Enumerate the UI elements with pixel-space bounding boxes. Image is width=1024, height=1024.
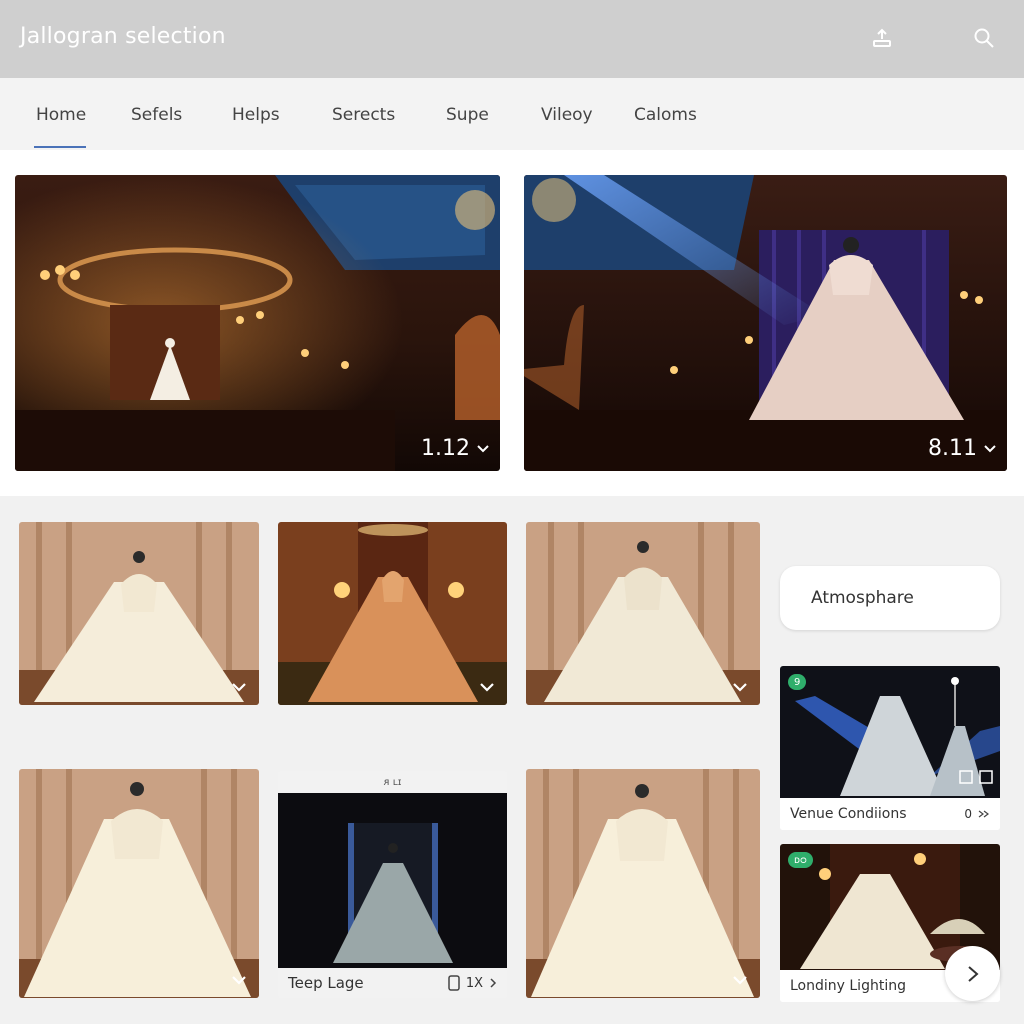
chevron-down-icon[interactable] <box>730 970 750 990</box>
gown-image <box>526 522 760 705</box>
gown-image <box>19 769 259 998</box>
gown-thumb[interactable] <box>526 522 760 705</box>
top-bar: Jallogran selection <box>0 0 1024 78</box>
ballroom-image <box>15 175 500 471</box>
hero-card-ballroom[interactable]: 1.12 <box>15 175 500 471</box>
gown-thumb[interactable] <box>19 522 259 705</box>
nav-bar: Home Sefels Helps Serects Supe Vileoy Ca… <box>0 78 1024 150</box>
phone-icon <box>448 975 460 991</box>
venue-conditions-count: 0 <box>964 807 972 821</box>
stage-gown-image <box>524 175 1007 471</box>
active-tab-indicator <box>34 146 86 148</box>
hero-card-stage[interactable]: 8.11 <box>524 175 1007 471</box>
chevron-down-icon[interactable] <box>229 970 249 990</box>
london-lighting-label: Londiny Lighting <box>790 978 906 994</box>
venue-conditions-card[interactable]: 9 Venue Condiions 0 <box>780 666 1000 830</box>
status-badge-text: ᴅᴑ <box>794 854 807 866</box>
gown-image <box>526 769 760 998</box>
tab-supe[interactable]: Supe <box>446 105 489 125</box>
upload-icon[interactable] <box>870 26 894 50</box>
venue-image <box>780 666 1000 798</box>
tab-vileoy[interactable]: Vileoy <box>541 105 593 125</box>
tab-serects[interactable]: Serects <box>332 105 395 125</box>
gown-thumb[interactable] <box>526 769 760 998</box>
hero-value[interactable]: 8.11 <box>928 436 997 461</box>
status-badge: ᴅᴑ <box>788 852 813 868</box>
venue-conditions-label: Venue Condiions <box>790 806 907 822</box>
hero-value-text: 1.12 <box>421 436 470 461</box>
gown-image <box>278 522 507 705</box>
status-badge: 9 <box>788 674 807 690</box>
tab-sefels[interactable]: Sefels <box>131 105 182 125</box>
card-caption-count: 1X <box>465 975 483 991</box>
card-caption: Teep Lage 1X <box>278 968 507 998</box>
corridor-gown-image <box>278 793 507 968</box>
card-top-strip: ᴙ ʟɪ <box>278 771 507 793</box>
search-icon[interactable] <box>972 26 996 50</box>
gown-card-teep-lage[interactable]: ᴙ ʟɪ Teep Lage 1X <box>278 771 507 998</box>
venue-conditions-caption: Venue Condiions 0 <box>780 798 1000 830</box>
chevron-down-icon[interactable] <box>229 677 249 697</box>
chevron-down-icon[interactable] <box>730 677 750 697</box>
tab-home[interactable]: Home <box>36 105 86 125</box>
atmosphere-button[interactable]: Atmosphare <box>780 566 1000 630</box>
status-badge-text: 9 <box>794 676 801 688</box>
next-button[interactable] <box>945 946 1000 1001</box>
gown-thumb[interactable] <box>19 769 259 998</box>
chevron-down-icon[interactable] <box>477 677 497 697</box>
venue-conditions-meta: 0 <box>964 807 990 821</box>
card-caption-meta: 1X <box>448 975 497 991</box>
tab-caloms[interactable]: Caloms <box>634 105 697 125</box>
chevron-right-icon <box>967 965 979 982</box>
tab-helps[interactable]: Helps <box>232 105 280 125</box>
gown-image <box>19 522 259 705</box>
chevron-down-icon <box>477 444 489 452</box>
chevron-right-icon[interactable] <box>489 977 497 989</box>
hero-value-text: 8.11 <box>928 436 977 461</box>
gown-thumb[interactable] <box>278 522 507 705</box>
chevron-down-icon <box>984 444 996 452</box>
hero-value[interactable]: 1.12 <box>421 436 490 461</box>
card-caption-label: Teep Lage <box>288 974 364 992</box>
app-title: Jallogran selection <box>20 24 226 49</box>
chevron-right-icon[interactable] <box>976 809 990 819</box>
